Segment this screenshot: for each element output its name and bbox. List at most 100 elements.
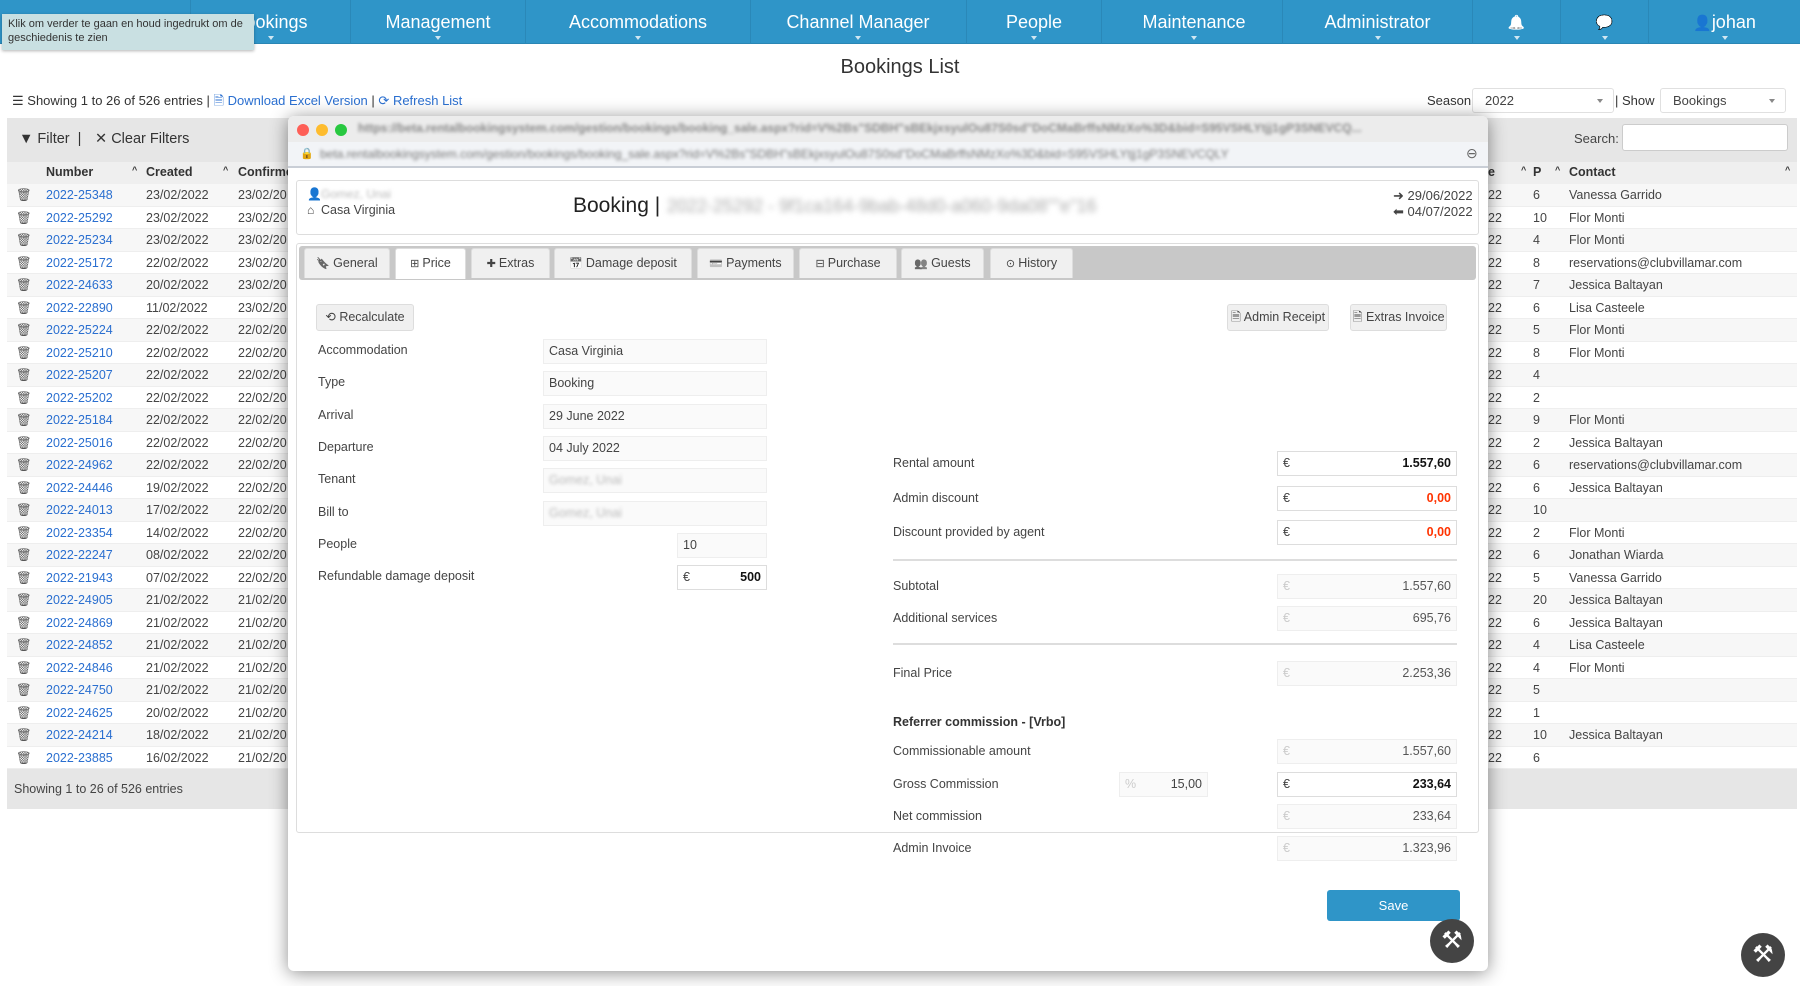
damage-deposit-input[interactable]: €500 — [677, 565, 767, 591]
user-menu[interactable]: 👤johan — [1648, 0, 1800, 44]
trash-icon[interactable]: 🗑 — [16, 184, 32, 206]
booking-number-link[interactable]: 2022-25172 — [46, 252, 113, 274]
trash-icon[interactable]: 🗑 — [16, 634, 32, 656]
booking-number-link[interactable]: 2022-24633 — [46, 274, 113, 296]
nav-people[interactable]: People — [966, 0, 1101, 44]
trash-icon[interactable]: 🗑 — [16, 454, 32, 476]
trash-icon[interactable]: 🗑 — [16, 252, 32, 274]
show-select[interactable]: Bookings — [1660, 88, 1786, 113]
trash-icon[interactable]: 🗑 — [16, 229, 32, 251]
trash-icon[interactable]: 🗑 — [16, 522, 32, 544]
search-input[interactable] — [1622, 124, 1788, 151]
trash-icon[interactable]: 🗑 — [16, 364, 32, 386]
season-select[interactable]: 2022 — [1472, 88, 1614, 113]
booking-number-link[interactable]: 2022-25348 — [46, 184, 113, 206]
admin-receipt-button[interactable]: 🗎 Admin Receipt — [1227, 304, 1329, 331]
minimize-window-button[interactable] — [316, 124, 328, 136]
trash-icon[interactable]: 🗑 — [16, 409, 32, 431]
sort-icon[interactable]: ^ — [1521, 165, 1526, 175]
trash-icon[interactable]: 🗑 — [16, 297, 32, 319]
nav-maintenance[interactable]: Maintenance — [1101, 0, 1286, 44]
close-window-button[interactable] — [297, 124, 309, 136]
maximize-window-button[interactable] — [335, 124, 347, 136]
booking-number-link[interactable]: 2022-25016 — [46, 432, 113, 454]
trash-icon[interactable]: 🗑 — [16, 589, 32, 611]
booking-number-link[interactable]: 2022-25292 — [46, 207, 113, 229]
tab-history[interactable]: ⊙ History — [990, 248, 1073, 278]
admin-discount-input[interactable]: €0,00 — [1277, 486, 1457, 511]
booking-number-link[interactable]: 2022-22890 — [46, 297, 113, 319]
booking-number-link[interactable]: 2022-24852 — [46, 634, 113, 656]
tools-icon[interactable]: ⚒ — [1741, 933, 1785, 977]
booking-number-link[interactable]: 2022-24869 — [46, 612, 113, 634]
col-created[interactable]: Created — [146, 165, 193, 179]
gross-commission-percent-input[interactable]: % 15,00 — [1119, 772, 1208, 797]
tab-purchase[interactable]: ⊟ Purchase — [799, 248, 897, 278]
sort-icon[interactable]: ^ — [1785, 165, 1790, 175]
col-people[interactable]: P — [1533, 165, 1541, 179]
booking-number-link[interactable]: 2022-25224 — [46, 319, 113, 341]
booking-number-link[interactable]: 2022-24846 — [46, 657, 113, 679]
download-excel-link[interactable]: 🗎 Download Excel Version — [214, 93, 368, 108]
tools-icon[interactable]: ⚒ — [1430, 919, 1474, 963]
col-departure[interactable]: e — [1488, 165, 1495, 179]
booking-number-link[interactable]: 2022-25207 — [46, 364, 113, 386]
trash-icon[interactable]: 🗑 — [16, 319, 32, 341]
zoom-out-icon[interactable]: ⊖ — [1466, 145, 1478, 162]
trash-icon[interactable]: 🗑 — [16, 702, 32, 724]
refresh-list-link[interactable]: ⟳ Refresh List — [378, 93, 462, 108]
chat-menu[interactable]: 💬 — [1560, 0, 1648, 44]
agent-discount-input[interactable]: €0,00 — [1277, 520, 1457, 545]
booking-number-link[interactable]: 2022-23885 — [46, 747, 113, 769]
sort-icon[interactable]: ^ — [132, 165, 137, 175]
trash-icon[interactable]: 🗑 — [16, 544, 32, 566]
booking-number-link[interactable]: 2022-25184 — [46, 409, 113, 431]
tab-damage-deposit[interactable]: 📅 Damage deposit — [554, 248, 692, 278]
booking-number-link[interactable]: 2022-24625 — [46, 702, 113, 724]
booking-number-link[interactable]: 2022-24446 — [46, 477, 113, 499]
trash-icon[interactable]: 🗑 — [16, 747, 32, 769]
trash-icon[interactable]: 🗑 — [16, 679, 32, 701]
people-input[interactable]: 10 — [677, 532, 767, 558]
booking-number-link[interactable]: 2022-25210 — [46, 342, 113, 364]
booking-number-link[interactable]: 2022-24214 — [46, 724, 113, 746]
save-button[interactable]: Save — [1327, 890, 1460, 921]
trash-icon[interactable]: 🗑 — [16, 567, 32, 589]
sort-icon[interactable]: ^ — [223, 165, 228, 175]
nav-channel-manager[interactable]: Channel Manager — [750, 0, 965, 44]
col-contact[interactable]: Contact — [1569, 165, 1616, 179]
booking-number-link[interactable]: 2022-23354 — [46, 522, 113, 544]
trash-icon[interactable]: 🗑 — [16, 207, 32, 229]
booking-number-link[interactable]: 2022-22247 — [46, 544, 113, 566]
nav-administrator[interactable]: Administrator — [1282, 0, 1472, 44]
trash-icon[interactable]: 🗑 — [16, 387, 32, 409]
nav-management[interactable]: Management — [350, 0, 525, 44]
bell-menu[interactable]: 🔔 — [1472, 0, 1560, 44]
booking-number-link[interactable]: 2022-25202 — [46, 387, 113, 409]
extras-invoice-button[interactable]: 🗎 Extras Invoice — [1350, 304, 1447, 331]
booking-number-link[interactable]: 2022-21943 — [46, 567, 113, 589]
booking-number-link[interactable]: 2022-25234 — [46, 229, 113, 251]
rental-input[interactable]: €1.557,60 — [1277, 451, 1457, 476]
clear-filters-button[interactable]: ✕ Clear Filters — [95, 131, 189, 147]
trash-icon[interactable]: 🗑 — [16, 499, 32, 521]
tab-guests[interactable]: 👥 Guests — [901, 248, 984, 278]
nav-accommodations[interactable]: Accommodations — [525, 0, 750, 44]
tab-extras[interactable]: ✚ Extras — [471, 248, 550, 278]
sort-icon[interactable]: ^ — [1555, 165, 1560, 175]
col-number[interactable]: Number — [46, 165, 93, 179]
trash-icon[interactable]: 🗑 — [16, 612, 32, 634]
trash-icon[interactable]: 🗑 — [16, 477, 32, 499]
address-bar[interactable]: 🔒 beta.rentalbookingsystem.com/gestion/b… — [288, 142, 1488, 168]
tab-price[interactable]: ⊞ Price — [395, 248, 466, 279]
gross-input[interactable]: €233,64 — [1277, 772, 1457, 797]
booking-number-link[interactable]: 2022-24013 — [46, 499, 113, 521]
tab-payments[interactable]: 💳 Payments — [697, 248, 794, 278]
tab-general[interactable]: 🔖 General — [304, 248, 390, 278]
booking-number-link[interactable]: 2022-24962 — [46, 454, 113, 476]
trash-icon[interactable]: 🗑 — [16, 432, 32, 454]
trash-icon[interactable]: 🗑 — [16, 724, 32, 746]
trash-icon[interactable]: 🗑 — [16, 274, 32, 296]
filter-button[interactable]: ▼ Filter | — [19, 131, 81, 147]
booking-number-link[interactable]: 2022-24750 — [46, 679, 113, 701]
